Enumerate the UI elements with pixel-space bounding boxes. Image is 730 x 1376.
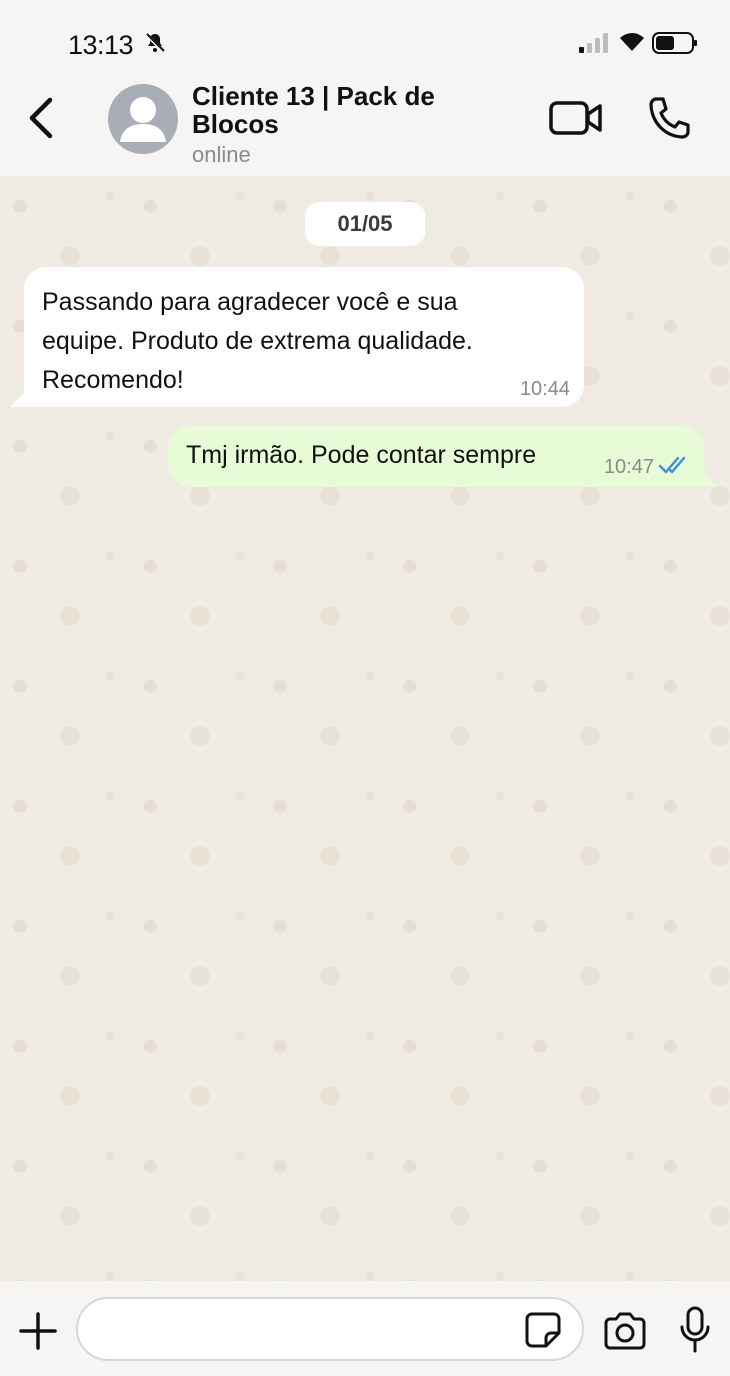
sticker-icon[interactable] (524, 1311, 562, 1349)
composer-bar (0, 1281, 730, 1376)
outgoing-message[interactable]: Tmj irmão. Pode contar sempre 10:47 (168, 425, 718, 487)
battery-icon (652, 32, 697, 54)
message-time: 10:47 (603, 456, 654, 478)
video-call-icon[interactable] (548, 98, 604, 138)
avatar[interactable] (108, 84, 178, 154)
chat-header: Cliente 13 | Pack de Blocos online (0, 80, 730, 176)
bell-off-icon (144, 32, 166, 54)
message-input[interactable] (76, 1297, 584, 1361)
back-chevron-icon[interactable] (22, 96, 62, 140)
signal-icon (579, 33, 608, 53)
read-ticks-icon (658, 456, 686, 474)
wifi-icon (620, 33, 644, 51)
camera-icon[interactable] (602, 1311, 648, 1351)
date-chip: 01/05 (305, 202, 425, 246)
avatar-placeholder-icon (120, 97, 166, 142)
status-bar: 13:13 (0, 0, 730, 80)
phone-icon[interactable] (646, 95, 692, 141)
status-time: 13:13 (68, 30, 134, 60)
microphone-icon[interactable] (678, 1305, 712, 1355)
contact-status: online (192, 142, 251, 167)
contact-name[interactable]: Cliente 13 | Pack de Blocos (192, 82, 522, 138)
message-text: Passando para agradecer você e sua equip… (42, 288, 473, 394)
chat-area[interactable]: 01/05 Passando para agradecer você e sua… (0, 176, 730, 1281)
message-time: 10:44 (519, 378, 570, 400)
incoming-message[interactable]: Passando para agradecer você e sua equip… (10, 267, 584, 407)
plus-icon[interactable] (18, 1311, 58, 1351)
